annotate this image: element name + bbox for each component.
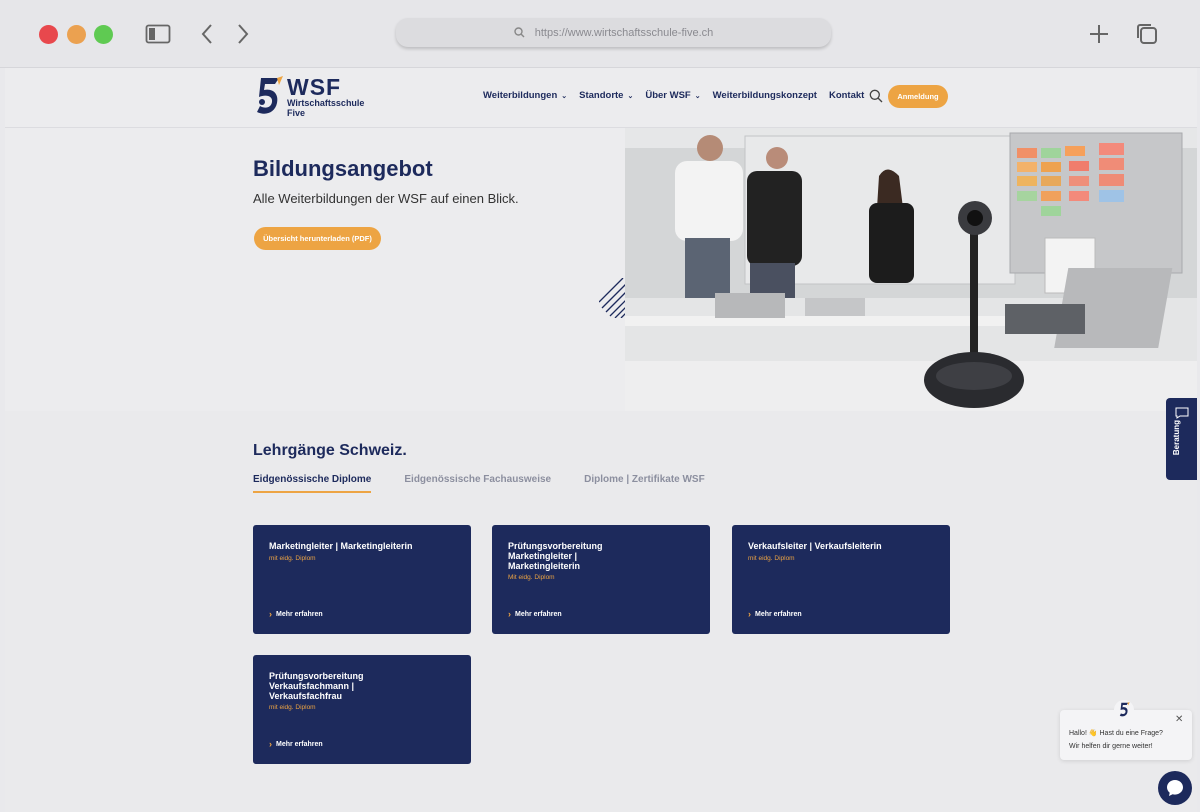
course-card[interactable]: Marketingleiter | Marketingleiterin mit …: [253, 525, 471, 634]
course-subtitle: Mit eidg. Diplom: [508, 574, 555, 581]
site-header: WSF Wirtschaftsschule Five Weiterbildung…: [5, 68, 1197, 128]
nav-item-label: Über WSF: [645, 90, 691, 101]
nav-item-standorte[interactable]: Standorte ⌄: [579, 90, 633, 101]
logo-mark-icon: [257, 76, 283, 114]
chat-icon: [1175, 407, 1189, 419]
chevron-right-icon: ›: [269, 609, 272, 619]
page-title: Bildungsangebot: [253, 156, 433, 181]
logo-subtitle-line-2: Five: [287, 108, 306, 118]
course-title: Marketingleiter | Marketingleiterin: [269, 541, 413, 551]
course-subtitle: mit eidg. Diplom: [269, 555, 316, 562]
more-link[interactable]: › Mehr erfahren: [508, 609, 562, 619]
course-card[interactable]: Prüfungsvorbereitung Verkaufsfachmann | …: [253, 655, 471, 764]
address-bar[interactable]: https://www.wirtschaftsschule-five.ch: [396, 18, 831, 47]
nav-item-ueber-wsf[interactable]: Über WSF ⌄: [645, 90, 700, 101]
nav-item-kontakt[interactable]: Kontakt: [829, 90, 864, 101]
more-link[interactable]: › Mehr erfahren: [269, 609, 323, 619]
course-category-tabs: Eidgenössische Diplome Eidgenössische Fa…: [253, 474, 705, 493]
tabs-icon[interactable]: [1133, 20, 1161, 48]
hero-image-classroom: [625, 128, 1197, 411]
search-icon: [514, 27, 525, 38]
hero-subtitle: Alle Weiterbildungen der WSF auf einen B…: [253, 191, 519, 206]
wsf-logo[interactable]: WSF Wirtschaftsschule Five: [253, 76, 364, 118]
nav-item-label: Kontakt: [828, 90, 865, 101]
more-link-label: Mehr erfahren: [515, 610, 562, 618]
chat-greeting-line-1: Hallo! 👋 Hast du eine Frage?: [1069, 730, 1163, 737]
logo-subtitle-line-1: Wirtschaftsschule: [287, 98, 365, 108]
anmeldung-button[interactable]: Anmeldung: [888, 85, 948, 108]
chevron-down-icon: ⌄: [627, 92, 634, 100]
chat-icon: [1167, 780, 1183, 796]
chevron-right-icon: ›: [269, 739, 272, 749]
nav-item-label: Weiterbildungen: [483, 90, 558, 101]
forward-icon[interactable]: [229, 20, 257, 48]
more-link-label: Mehr erfahren: [276, 610, 323, 618]
course-title: Verkaufsleiter | Verkaufsleiterin: [748, 541, 882, 551]
nav-item-weiterbildungskonzept[interactable]: Weiterbildungskonzept: [713, 90, 817, 101]
logo-title: WSF: [287, 74, 342, 100]
plus-icon[interactable]: [1085, 20, 1113, 48]
section-title: Lehrgänge Schweiz.: [253, 442, 407, 459]
chevron-right-icon: ›: [748, 609, 751, 619]
download-pdf-button[interactable]: Übersicht herunterladen (PDF): [254, 227, 381, 250]
chevron-down-icon: ⌄: [561, 92, 568, 100]
course-title: Prüfungsvorbereitung Marketingleiter | M…: [508, 541, 603, 571]
course-subtitle: mit eidg. Diplom: [269, 704, 316, 711]
close-window-button[interactable]: [39, 25, 58, 44]
course-subtitle: mit eidg. Diplom: [748, 555, 795, 562]
course-card[interactable]: Verkaufsleiter | Verkaufsleiterin mit ei…: [732, 525, 950, 634]
web-page: WSF Wirtschaftsschule Five Weiterbildung…: [5, 68, 1197, 812]
nav-item-label: Standorte: [579, 90, 624, 101]
nav-item-label: Weiterbildungskonzept: [712, 90, 817, 101]
course-title: Prüfungsvorbereitung Verkaufsfachmann | …: [269, 671, 364, 701]
beratung-side-tab[interactable]: Beratung: [1166, 398, 1197, 480]
more-link[interactable]: › Mehr erfahren: [269, 739, 323, 749]
url-text: https://www.wirtschaftsschule-five.ch: [534, 26, 714, 39]
chevron-right-icon: ›: [508, 609, 511, 619]
more-link[interactable]: › Mehr erfahren: [748, 609, 802, 619]
more-link-label: Mehr erfahren: [276, 740, 323, 748]
tab-eidgenoessische-diplome[interactable]: Eidgenössische Diplome: [253, 474, 372, 493]
back-icon[interactable]: [193, 20, 221, 48]
tab-eidgenoessische-fachausweise[interactable]: Eidgenössische Fachausweise: [404, 474, 551, 493]
chat-greeting-line-2: Wir helfen dir gerne weiter!: [1069, 743, 1153, 750]
more-link-label: Mehr erfahren: [755, 610, 802, 618]
chat-avatar: [1114, 700, 1134, 720]
sidebar-icon[interactable]: [144, 20, 172, 48]
beratung-label: Beratung: [1172, 420, 1181, 456]
maximize-window-button[interactable]: [94, 25, 113, 44]
open-chat-button[interactable]: [1158, 771, 1192, 805]
main-navigation: Weiterbildungen ⌄ Standorte ⌄ Über WSF ⌄…: [483, 90, 864, 101]
tab-diplome-zertifikate-wsf[interactable]: Diplome | Zertifikate WSF: [584, 474, 705, 493]
course-card[interactable]: Prüfungsvorbereitung Marketingleiter | M…: [492, 525, 710, 634]
minimize-window-button[interactable]: [67, 25, 86, 44]
chevron-down-icon: ⌄: [694, 92, 701, 100]
close-icon[interactable]: ✕: [1175, 714, 1183, 725]
nav-item-weiterbildungen[interactable]: Weiterbildungen ⌄: [483, 90, 567, 101]
browser-toolbar: https://www.wirtschaftsschule-five.ch: [0, 0, 1200, 68]
search-icon[interactable]: [869, 89, 885, 105]
